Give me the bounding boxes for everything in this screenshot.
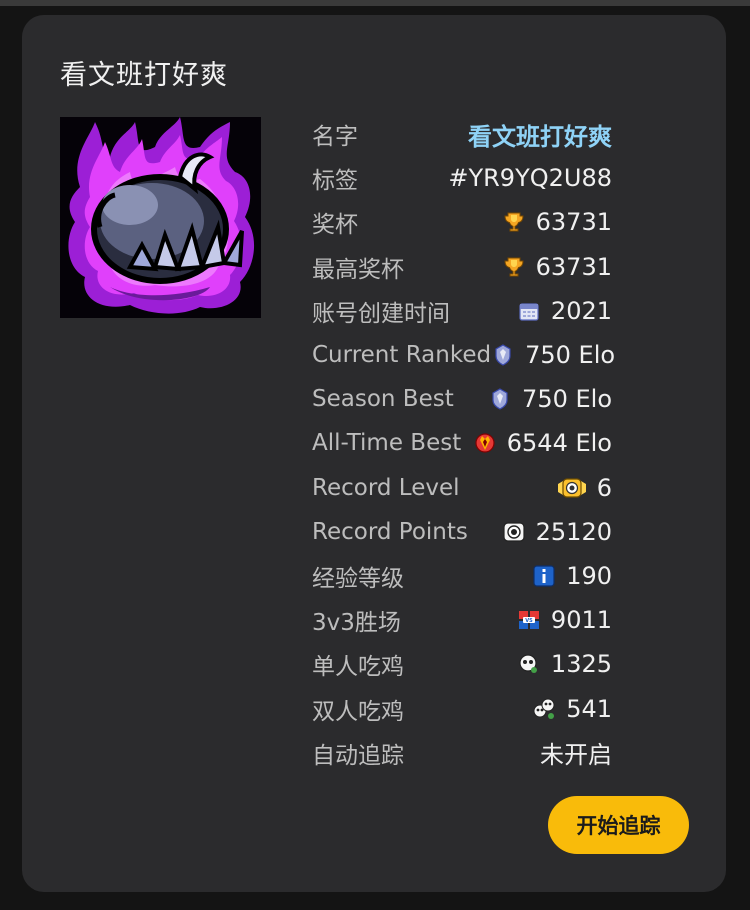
stat-row-record-points: Record Points 25120 (312, 510, 612, 554)
stat-row-tag: 标签 #YR9YQ2U88 (312, 156, 612, 200)
stat-value: 750 Elo (525, 341, 616, 370)
stat-value-group: 25120 (502, 518, 612, 546)
stat-row-name: 名字 看文班打好爽 (312, 112, 612, 156)
ranked-red-icon (473, 431, 497, 455)
start-tracking-button[interactable]: 开始追踪 (548, 796, 689, 854)
stat-row-current-ranked: Current Ranked 750 Elo (312, 333, 615, 377)
stat-value-group: 未开启 (540, 735, 612, 770)
stat-value-group: 1325 (517, 650, 612, 678)
duo-showdown-icon (532, 697, 556, 721)
stat-row-season-best: Season Best 750 Elo (312, 377, 612, 421)
stat-row-exp-level: 经验等级 190 (312, 554, 612, 598)
stat-value-group: 750 Elo (488, 385, 612, 413)
stat-value: 190 (566, 561, 612, 590)
stat-value: 750 Elo (522, 385, 612, 414)
stat-value-group: 2021 (517, 297, 612, 325)
stat-value-group: #YR9YQ2U88 (448, 164, 612, 192)
stat-label: 3v3胜场 (312, 610, 401, 637)
stat-label: All-Time Best (312, 430, 462, 457)
player-card: 看文班打好爽 名字 看文班打好爽 标签 #YR9YQ2U88 奖杯 63731 … (22, 15, 726, 892)
stat-value: 9011 (550, 606, 612, 635)
stat-label: 名字 (312, 124, 358, 151)
stat-value-group: 6 (557, 474, 612, 502)
stat-row-trophies: 奖杯 63731 (312, 200, 612, 244)
stat-row-3v3-wins: 3v3胜场 VS 9011 (312, 598, 612, 642)
stat-label: 账号创建时间 (312, 300, 450, 327)
stat-label: Record Level (312, 474, 460, 501)
stat-value: 6 (596, 473, 612, 502)
stat-value: 6544 Elo (506, 429, 612, 458)
ranked-silver-icon (488, 387, 512, 411)
stat-value: #YR9YQ2U88 (448, 164, 612, 193)
stat-value: 2021 (550, 296, 612, 325)
stat-value: 未开启 (540, 741, 612, 770)
stat-value-group: VS 9011 (517, 606, 612, 634)
3v3-icon: VS (517, 608, 541, 632)
stat-value: 1325 (550, 650, 612, 679)
stat-value-group: 750 Elo (491, 341, 615, 369)
calendar-icon (517, 299, 541, 323)
stat-label: 双人吃鸡 (312, 698, 404, 725)
stat-label: Season Best (312, 386, 454, 413)
stat-row-duo-showdown: 双人吃鸡 541 (312, 686, 612, 730)
stat-row-all-time-best: All-Time Best 6544 Elo (312, 421, 612, 465)
stat-value-group: 541 (532, 695, 612, 723)
stat-row-created: 账号创建时间 2021 (312, 289, 612, 333)
avatar (60, 117, 261, 318)
stat-value-group: 190 (532, 562, 612, 590)
stat-label: 自动追踪 (312, 742, 404, 769)
solo-showdown-icon (517, 652, 541, 676)
stat-label: 经验等级 (312, 565, 404, 592)
stat-row-auto-track: 自动追踪 未开启 (312, 731, 612, 775)
stat-value-group: 63731 (502, 208, 612, 236)
stat-row-record-level: Record Level 6 (312, 466, 612, 510)
ranked-silver-icon (491, 343, 515, 367)
stats-list: 名字 看文班打好爽 标签 #YR9YQ2U88 奖杯 63731 最高奖杯 63… (312, 112, 615, 775)
stat-label: Record Points (312, 518, 468, 545)
stat-label: 标签 (312, 168, 358, 195)
trophy-icon (502, 255, 526, 279)
stat-label: 最高奖杯 (312, 256, 404, 283)
stat-label: Current Ranked (312, 342, 492, 369)
stat-value: 63731 (535, 208, 612, 237)
experience-icon (532, 564, 556, 588)
record-level-icon (557, 476, 587, 500)
stat-value-group: 63731 (502, 253, 612, 281)
stat-value[interactable]: 看文班打好爽 (468, 117, 612, 152)
stat-label: 单人吃鸡 (312, 654, 404, 681)
stat-value-group: 6544 Elo (473, 429, 612, 457)
page-title: 看文班打好爽 (60, 60, 228, 91)
record-points-icon (502, 520, 526, 544)
stat-value: 63731 (535, 252, 612, 281)
stat-row-highest-trophies: 最高奖杯 63731 (312, 245, 612, 289)
trophy-icon (502, 210, 526, 234)
player-name-link[interactable]: 看文班打好爽 (468, 117, 612, 152)
stat-value: 25120 (535, 517, 612, 546)
stat-label: 奖杯 (312, 212, 358, 239)
stat-value: 541 (566, 694, 612, 723)
top-divider (0, 0, 750, 6)
stat-row-solo-showdown: 单人吃鸡 1325 (312, 642, 612, 686)
svg-text:VS: VS (525, 618, 533, 624)
skull-fist-purple-flame-icon (60, 117, 261, 318)
